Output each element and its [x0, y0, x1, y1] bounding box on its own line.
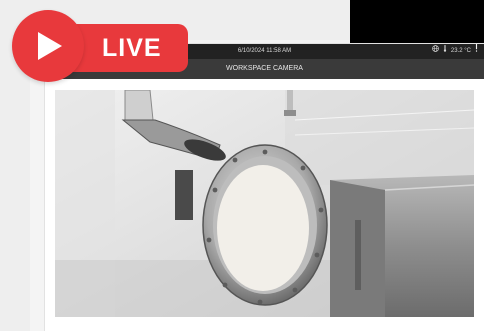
play-icon	[38, 32, 62, 60]
slot-opening	[175, 170, 193, 220]
temperature-readout: 23.2 °C	[450, 48, 471, 54]
screen-title: WORKSPACE CAMERA	[226, 65, 303, 72]
device-screen: 6/10/2024 11:58 AM 23.2 °C WORKSPACE CAM…	[45, 44, 484, 331]
globe-icon	[432, 44, 439, 59]
metal-housing	[330, 175, 474, 317]
live-label: LIVE	[102, 34, 162, 62]
live-circle	[12, 10, 84, 82]
alert-icon	[475, 44, 478, 59]
dark-corner-block	[350, 0, 484, 44]
camera-feed[interactable]	[55, 90, 474, 317]
thermometer-icon	[443, 44, 447, 59]
sample-port-window	[202, 144, 328, 306]
status-icons: 23.2 °C	[432, 44, 478, 59]
live-badge[interactable]: LIVE	[12, 10, 188, 82]
